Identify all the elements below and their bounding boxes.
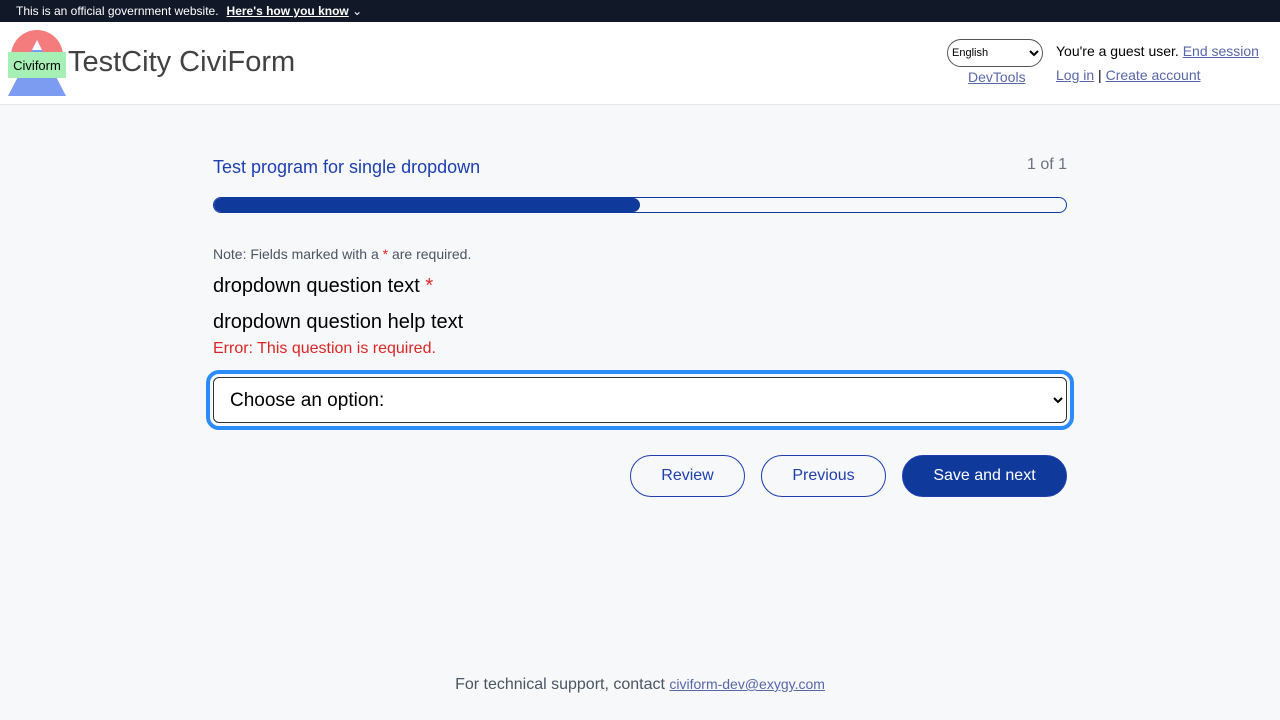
error-message: Error: This question is required. <box>213 340 436 357</box>
progress-fill <box>214 198 640 212</box>
question-text: dropdown question text * <box>213 275 433 298</box>
how-you-know-link[interactable]: Here's how you know ⌄ <box>227 4 363 18</box>
civiform-logo[interactable]: Civiform <box>8 30 66 96</box>
note-suffix: are required. <box>388 246 472 262</box>
devtools-link[interactable]: DevTools <box>968 69 1026 85</box>
support-email-link[interactable]: civiform-dev@exygy.com <box>669 676 825 692</box>
progress-bar <box>213 197 1067 213</box>
end-session-link[interactable]: End session <box>1183 43 1259 59</box>
dropdown-select[interactable]: Choose an option: <box>206 370 1074 430</box>
block-count: 1 of 1 <box>1026 156 1067 173</box>
language-select[interactable]: English <box>947 39 1043 67</box>
question-label: dropdown question text <box>213 275 420 297</box>
footer-text: For technical support, contact <box>455 676 670 693</box>
previous-button[interactable]: Previous <box>761 455 886 497</box>
save-next-button[interactable]: Save and next <box>902 455 1067 497</box>
gov-banner-text: This is an official government website. <box>16 4 219 18</box>
gov-banner: This is an official government website. … <box>0 0 1280 22</box>
guest-text: You're a guest user. <box>1056 43 1179 59</box>
svg-text:Civiform: Civiform <box>13 58 61 73</box>
required-star: * <box>425 275 434 297</box>
auth-links: Log in | Create account <box>1056 67 1201 83</box>
create-account-link[interactable]: Create account <box>1106 67 1201 83</box>
required-note: Note: Fields marked with a * are require… <box>213 246 471 262</box>
login-link[interactable]: Log in <box>1056 67 1094 83</box>
program-title: Test program for single dropdown <box>213 157 481 177</box>
footer: For technical support, contact civiform-… <box>0 676 1280 694</box>
note-prefix: Note: Fields marked with a <box>213 246 383 262</box>
review-button[interactable]: Review <box>630 455 745 497</box>
chevron-down-icon: ⌄ <box>352 4 363 18</box>
question-help-text: dropdown question help text <box>213 311 464 333</box>
site-header: Civiform TestCity CiviForm English DevTo… <box>0 22 1280 105</box>
separator: | <box>1098 67 1102 83</box>
guest-status: You're a guest user. End session <box>1056 43 1259 59</box>
site-title[interactable]: TestCity CiviForm <box>68 46 295 79</box>
